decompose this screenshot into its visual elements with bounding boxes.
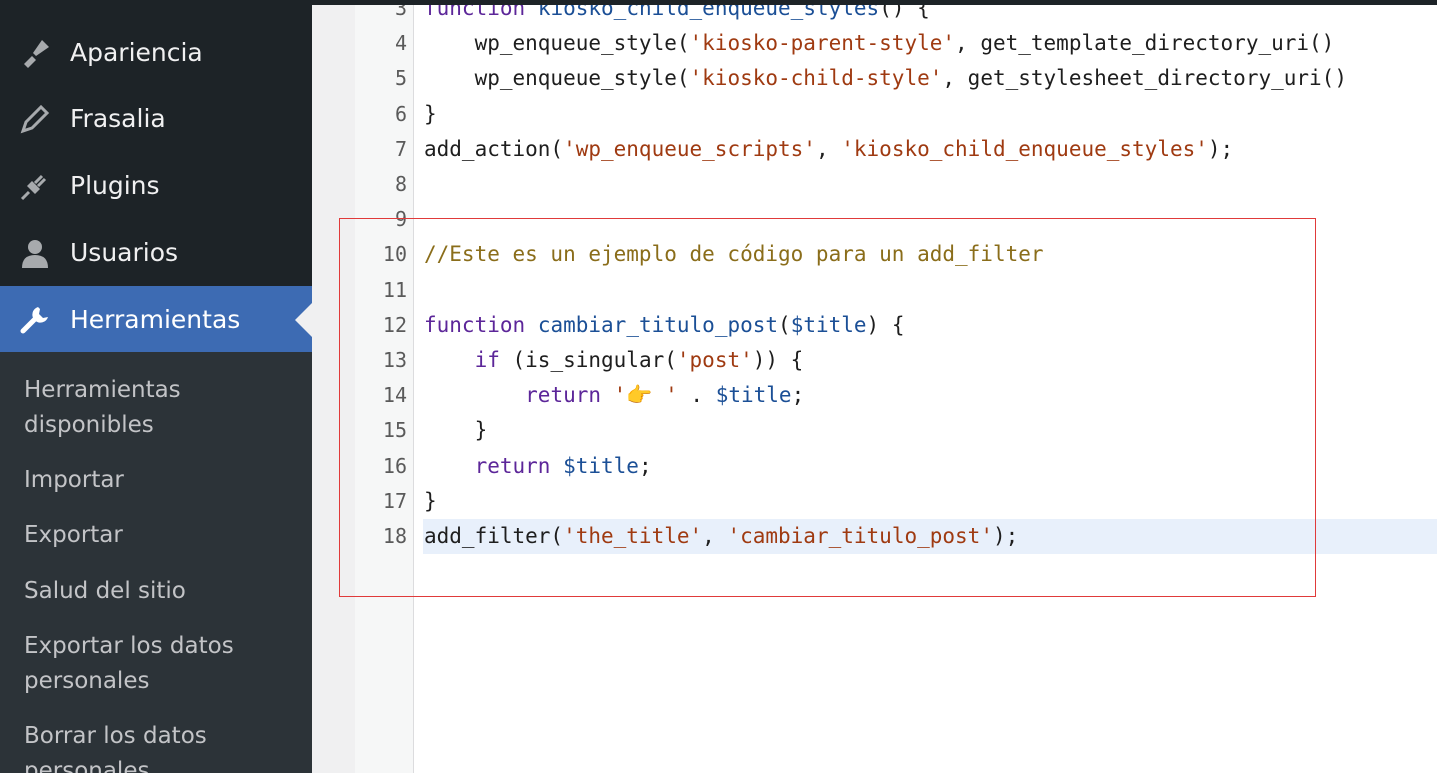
- menu-label: Plugins: [70, 171, 160, 200]
- code-text[interactable]: //Este es un ejemplo de código para un a…: [423, 237, 1437, 272]
- code-text[interactable]: add_action('wp_enqueue_scripts', 'kiosko…: [423, 132, 1437, 167]
- line-number: 15: [382, 418, 407, 443]
- submenu-importar[interactable]: Importar: [24, 463, 294, 498]
- code-text[interactable]: wp_enqueue_style('kiosko-parent-style', …: [423, 26, 1437, 61]
- line-number: 7: [394, 136, 407, 161]
- line-number: 8: [394, 172, 407, 196]
- submenu-herramientas-disponibles[interactable]: Herramientas disponibles: [24, 373, 294, 443]
- submenu-exportar[interactable]: Exportar: [24, 518, 294, 553]
- submenu-borrar-datos-personales[interactable]: Borrar los datos personales: [24, 719, 294, 773]
- code-text[interactable]: wp_enqueue_style('kiosko-child-style', g…: [423, 61, 1437, 96]
- line-number: 14: [382, 383, 407, 408]
- code-line[interactable]: 13 if (is_singular('post')) {: [355, 343, 1437, 378]
- code-text[interactable]: }: [423, 97, 1437, 132]
- code-line[interactable]: 6}: [355, 97, 1437, 132]
- code-line[interactable]: 10 //Este es un ejemplo de código para un…: [355, 237, 1437, 272]
- menu-label: Herramientas: [70, 305, 241, 334]
- line-number: 6: [394, 101, 407, 126]
- line-number: 9: [394, 207, 407, 232]
- tools-submenu: Herramientas disponibles Importar Export…: [0, 352, 312, 773]
- pencil-icon: [18, 102, 52, 136]
- code-line[interactable]: 7 add_action('wp_enqueue_scripts', 'kiosk…: [355, 132, 1437, 167]
- submenu-exportar-datos-personales[interactable]: Exportar los datos personales: [24, 629, 294, 699]
- plugin-icon: [18, 169, 52, 203]
- code-line[interactable]: 12 function cambiar_titulo_post($title) {: [355, 308, 1437, 343]
- code-text[interactable]: return $title;: [423, 449, 1437, 484]
- menu-label: Frasalia: [70, 104, 166, 133]
- line-number: 11: [382, 277, 407, 302]
- code-line[interactable]: 18 add_filter('the_title', 'cambiar_titul…: [355, 519, 1437, 554]
- menu-label: Apariencia: [70, 38, 203, 67]
- code-line[interactable]: 9: [355, 202, 1437, 237]
- code-text[interactable]: function cambiar_titulo_post($title) {: [423, 308, 1437, 343]
- menu-item-herramientas[interactable]: Herramientas: [0, 286, 312, 353]
- line-number: 4: [394, 31, 407, 56]
- menu-item-apariencia[interactable]: Apariencia: [0, 19, 312, 86]
- code-editor[interactable]: 3 function kiosko_child_enqueue_styles() …: [355, 0, 1437, 773]
- code-text[interactable]: add_filter('the_title', 'cambiar_titulo_…: [423, 519, 1437, 554]
- line-number: 16: [382, 453, 407, 478]
- menu-item-frasalia[interactable]: Frasalia: [0, 85, 312, 152]
- code-line[interactable]: 17}: [355, 484, 1437, 519]
- line-number: 12: [382, 312, 407, 337]
- menu-label: Usuarios: [70, 238, 179, 267]
- code-line[interactable]: 15 }: [355, 413, 1437, 448]
- user-icon: [18, 236, 52, 270]
- code-text[interactable]: [423, 202, 1437, 237]
- admin-sidebar: Apariencia Frasalia Plugins Usuarios Her…: [0, 0, 312, 773]
- code-text[interactable]: [423, 273, 1437, 308]
- code-text[interactable]: if (is_singular('post')) {: [423, 343, 1437, 378]
- line-number: 17: [382, 488, 407, 513]
- paintbrush-icon: [18, 36, 52, 70]
- menu-item-usuarios[interactable]: Usuarios: [0, 219, 312, 286]
- code-line[interactable]: 14 return '👉 ' . $title;: [355, 378, 1437, 413]
- code-text[interactable]: [423, 167, 1437, 202]
- submenu-salud-del-sitio[interactable]: Salud del sitio: [24, 574, 294, 609]
- wrench-icon: [18, 303, 52, 337]
- menu-item-plugins[interactable]: Plugins: [0, 152, 312, 219]
- code-line[interactable]: 8: [355, 167, 1437, 202]
- code-text[interactable]: }: [423, 484, 1437, 519]
- code-line[interactable]: 4 wp_enqueue_style('kiosko-parent-style'…: [355, 26, 1437, 61]
- line-number: 13: [382, 348, 407, 372]
- code-text[interactable]: }: [423, 413, 1437, 448]
- line-number: 5: [394, 66, 407, 91]
- admin-bar-edge: [0, 0, 1437, 5]
- code-line[interactable]: 5 wp_enqueue_style('kiosko-child-style',…: [355, 61, 1437, 96]
- line-number: 18: [382, 524, 407, 548]
- code-line[interactable]: 11: [355, 273, 1437, 308]
- line-number: 10: [382, 242, 407, 267]
- code-text[interactable]: return '👉 ' . $title;: [423, 378, 1437, 413]
- code-line[interactable]: 16 return $title;: [355, 449, 1437, 484]
